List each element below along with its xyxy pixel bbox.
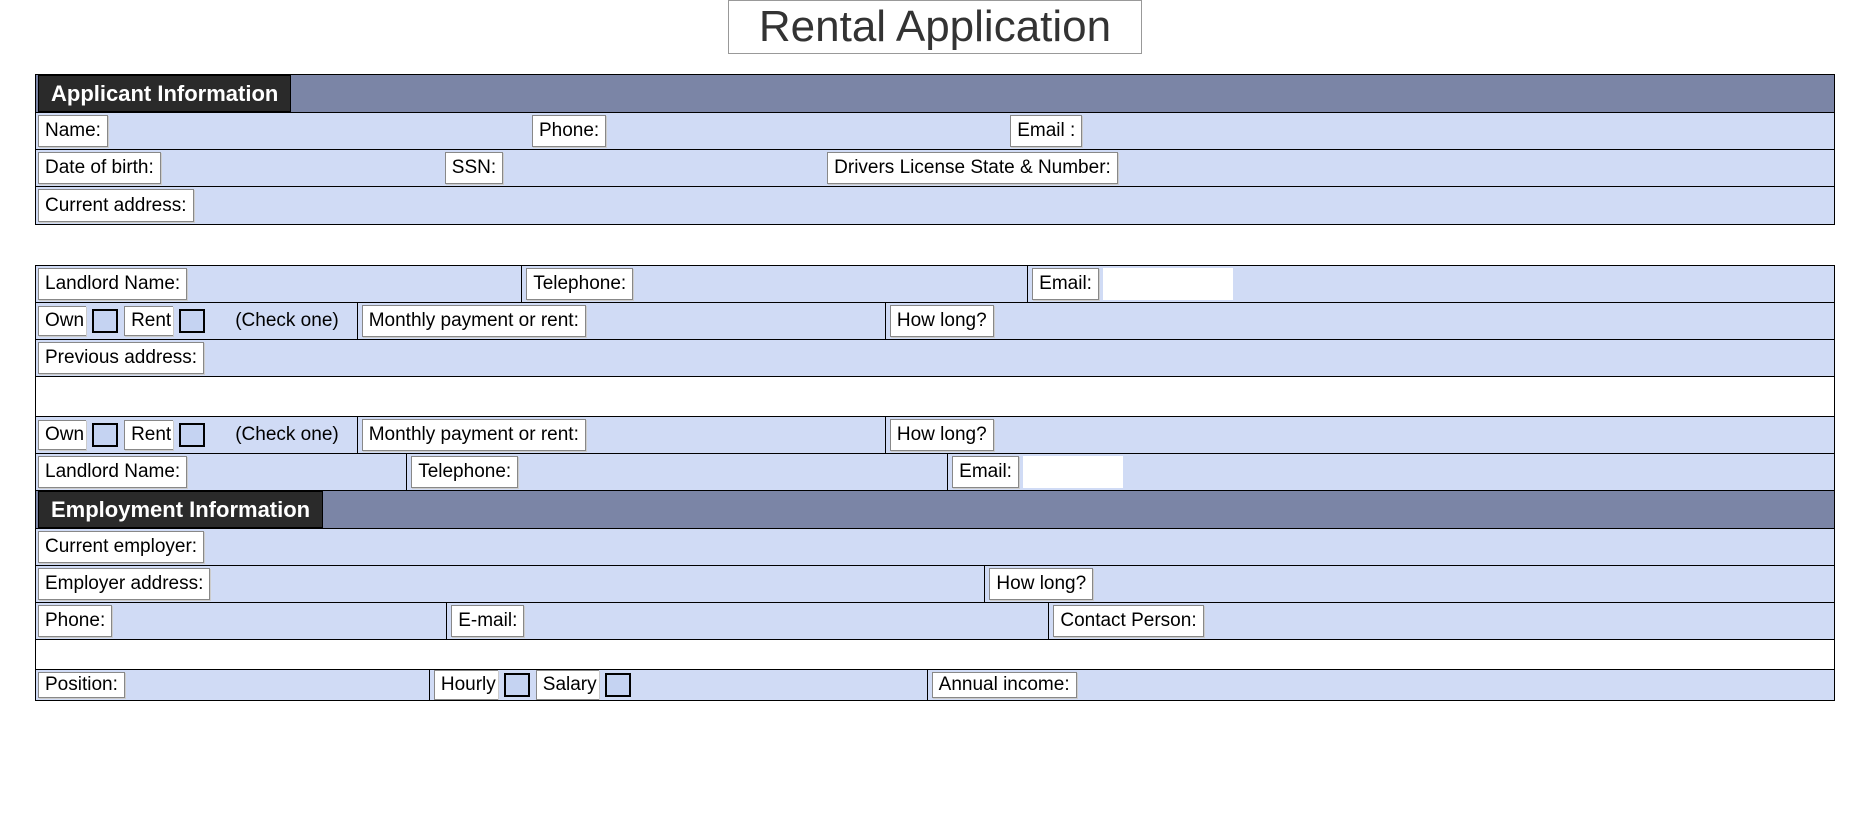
label-position: Position: <box>38 672 125 698</box>
input-ssn[interactable] <box>505 150 825 186</box>
label-tel2: Telephone: <box>411 456 518 488</box>
input-howlong[interactable] <box>996 303 1834 339</box>
input-email3[interactable] <box>1023 456 1123 488</box>
label-monthly2: Monthly payment or rent: <box>362 419 586 451</box>
label-emp-email: E-mail: <box>451 605 524 637</box>
input-landlord2[interactable] <box>189 454 404 490</box>
label-dob: Date of birth: <box>38 152 161 184</box>
label-tel: Telephone: <box>526 268 633 300</box>
input-dl[interactable] <box>1120 150 1834 186</box>
checkbox-salary[interactable] <box>605 673 631 697</box>
label-emp-howlong: How long? <box>989 568 1093 600</box>
input-monthly[interactable] <box>588 303 883 339</box>
input-emp-howlong[interactable] <box>1095 566 1834 602</box>
section-residence: Landlord Name: Telephone: Email: Own Ren… <box>35 265 1835 701</box>
section-header-employment: Employment Information <box>38 491 323 528</box>
label-rent2: Rent <box>124 420 173 450</box>
input-landlord[interactable] <box>189 266 519 302</box>
label-checkone2: (Check one) <box>229 419 345 451</box>
label-landlord2: Landlord Name: <box>38 456 187 488</box>
input-emp-phone[interactable] <box>114 603 444 639</box>
page-title: Rental Application <box>728 0 1142 54</box>
input-prevaddr[interactable] <box>206 340 1834 376</box>
section-applicant: Applicant Information Name: Phone: Email… <box>35 74 1835 225</box>
label-contact: Contact Person: <box>1053 605 1203 637</box>
input-phone[interactable] <box>608 113 1008 149</box>
checkbox-own2[interactable] <box>92 423 118 447</box>
input-dob[interactable] <box>163 150 443 186</box>
label-name: Name: <box>38 115 108 147</box>
input-howlong2[interactable] <box>996 417 1834 453</box>
label-emp-phone: Phone: <box>38 605 112 637</box>
label-salary: Salary <box>536 670 599 700</box>
label-own2: Own <box>38 420 86 450</box>
label-curemployer: Current employer: <box>38 531 204 563</box>
input-name[interactable] <box>110 113 530 149</box>
label-phone: Phone: <box>532 115 606 147</box>
checkbox-rent[interactable] <box>179 309 205 333</box>
label-email2: Email: <box>1032 268 1099 300</box>
input-tel2[interactable] <box>520 454 945 490</box>
input-curaddr[interactable] <box>196 187 1834 224</box>
label-ssn: SSN: <box>445 152 503 184</box>
input-email2[interactable] <box>1103 268 1233 300</box>
input-emp-email[interactable] <box>526 603 1046 639</box>
label-annual: Annual income: <box>932 672 1077 698</box>
label-email3: Email: <box>952 456 1019 488</box>
checkbox-own[interactable] <box>92 309 118 333</box>
label-landlord: Landlord Name: <box>38 268 187 300</box>
label-rent: Rent <box>124 306 173 336</box>
label-own: Own <box>38 306 86 336</box>
label-howlong: How long? <box>890 305 994 337</box>
input-empaddr[interactable] <box>212 566 982 602</box>
label-empaddr: Employer address: <box>38 568 210 600</box>
input-tel[interactable] <box>635 266 1025 302</box>
label-dl: Drivers License State & Number: <box>827 152 1118 184</box>
input-position[interactable] <box>127 670 427 700</box>
checkbox-hourly[interactable] <box>504 673 530 697</box>
label-monthly: Monthly payment or rent: <box>362 305 586 337</box>
label-checkone: (Check one) <box>229 305 345 337</box>
checkbox-rent2[interactable] <box>179 423 205 447</box>
label-prevaddr: Previous address: <box>38 342 204 374</box>
label-howlong2: How long? <box>890 419 994 451</box>
input-email[interactable] <box>1084 113 1834 149</box>
input-annual[interactable] <box>1079 670 1834 700</box>
input-curemployer[interactable] <box>206 529 1834 565</box>
input-monthly2[interactable] <box>588 417 883 453</box>
section-header-applicant: Applicant Information <box>38 75 291 112</box>
label-email: Email : <box>1010 115 1082 147</box>
input-contact[interactable] <box>1206 603 1834 639</box>
label-hourly: Hourly <box>434 670 498 700</box>
label-curaddr: Current address: <box>38 189 194 222</box>
